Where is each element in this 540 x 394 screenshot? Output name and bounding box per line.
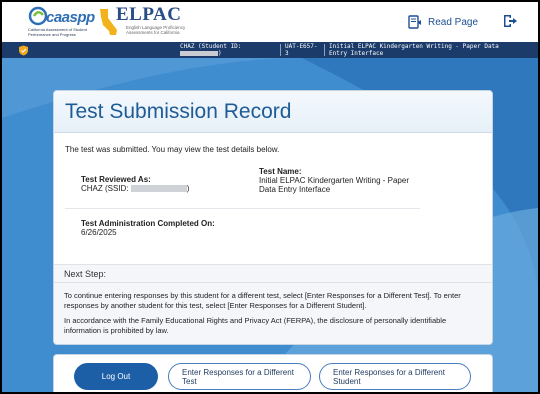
test-name-info: Initial ELPAC Kindergarten Writing - Pap… (329, 43, 499, 57)
page-title: Test Submission Record (54, 91, 492, 133)
read-page-icon (408, 15, 421, 29)
student-label: CHAZ (Student ID: (180, 43, 242, 50)
test-name-group: Test Name: Initial ELPAC Kindergarten Wr… (259, 167, 409, 194)
read-page-button[interactable]: Read Page (408, 13, 478, 31)
caaspp-swirl-icon (28, 6, 48, 26)
completed-group: Test Administration Completed On: 6/26/2… (81, 219, 215, 237)
app-header: caaspp California Assessment of Student … (2, 2, 538, 42)
caaspp-logo-text: caaspp (46, 9, 95, 26)
next-step-section: Next Step: To continue entering response… (54, 264, 492, 344)
student-name-ssid: CHAZ (SSID: (81, 184, 129, 193)
redacted-student-id (180, 50, 218, 56)
student-info: CHAZ (Student ID: ) (180, 43, 242, 57)
intro-text: The test was submitted. You may view the… (65, 145, 280, 154)
different-student-button[interactable]: Enter Responses for a Different Student (319, 363, 471, 390)
reviewed-as-label: Test Reviewed As: (81, 175, 151, 184)
divider (324, 44, 325, 56)
read-page-label: Read Page (428, 16, 479, 28)
caaspp-logo-subtitle: California Assessment of Student Perform… (28, 27, 87, 37)
elpac-logo: ELPAC English Language Proficiency Asses… (98, 4, 208, 38)
submission-record-card: Test Submission Record The test was subm… (53, 90, 493, 345)
test-info-bar: CHAZ (Student ID: ) UAT-E657-3 Initial E… (2, 42, 538, 58)
elpac-logo-subtitle: English Language Proficiency Assessments… (126, 25, 186, 35)
caaspp-logo: caaspp California Assessment of Student … (28, 6, 95, 38)
shield-icon (19, 45, 28, 56)
test-id: UAT-E657-3 (285, 43, 318, 57)
divider (280, 44, 281, 56)
different-test-button[interactable]: Enter Responses for a Different Test (168, 363, 311, 390)
completed-value: 6/26/2025 (81, 228, 117, 237)
elpac-logo-text: ELPAC (116, 4, 182, 25)
completed-label: Test Administration Completed On: (81, 219, 215, 228)
next-step-title: Next Step: (54, 265, 492, 283)
ferpa-notice: In accordance with the Family Educationa… (64, 316, 447, 335)
redacted-ssid (130, 185, 187, 193)
exit-icon[interactable] (502, 13, 518, 29)
next-step-instructions: To continue entering responses by this s… (64, 291, 461, 310)
action-footer: Log Out Enter Responses for a Different … (53, 354, 493, 392)
app-window: caaspp California Assessment of Student … (0, 0, 540, 394)
reviewed-as-group: Test Reviewed As: CHAZ (SSID: ) (81, 175, 189, 193)
test-details: Test Reviewed As: CHAZ (SSID: ) Test Nam… (65, 161, 420, 209)
log-out-button[interactable]: Log Out (74, 363, 158, 390)
test-name-label: Test Name: (259, 167, 302, 176)
reviewed-as-value: CHAZ (SSID: ) (81, 184, 190, 193)
test-name-value: Initial ELPAC Kindergarten Writing - Pap… (259, 176, 409, 194)
